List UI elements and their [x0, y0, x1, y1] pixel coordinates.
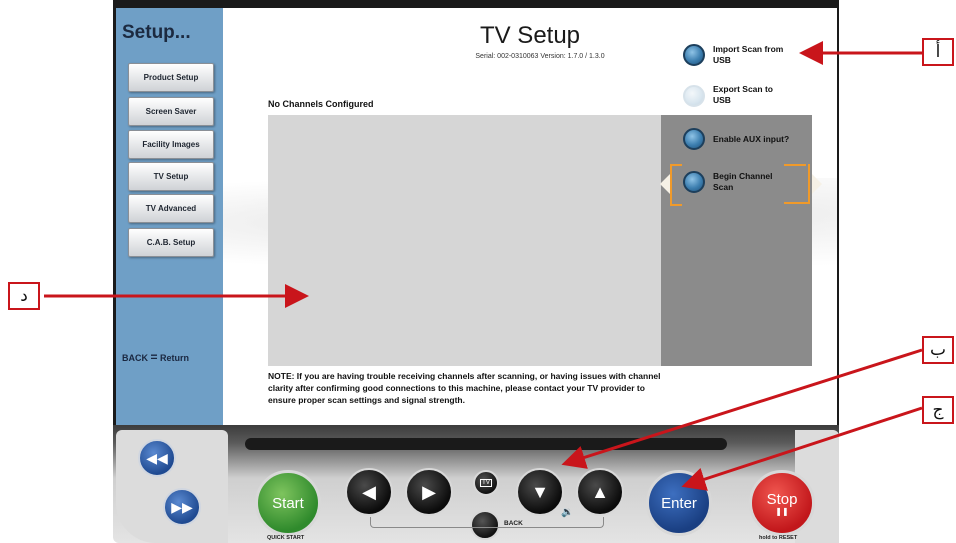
annotation-a: أ: [922, 38, 954, 66]
annotation-d: د: [8, 282, 40, 310]
annotation-c: ج: [922, 396, 954, 424]
arrow-c: [681, 406, 923, 491]
annotation-arrows: [44, 41, 923, 491]
annotation-b: ب: [922, 336, 954, 364]
arrow-b: [561, 348, 923, 469]
